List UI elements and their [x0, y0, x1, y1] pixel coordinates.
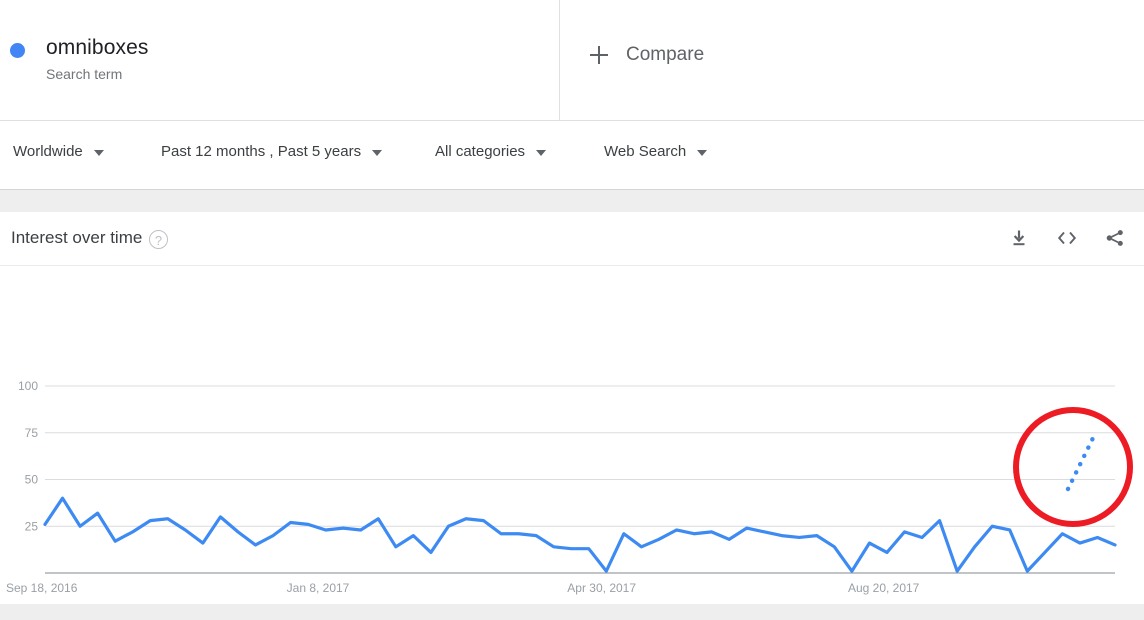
- compare-label: Compare: [626, 44, 705, 65]
- section-divider: [0, 189, 1144, 212]
- card-header: Interest over time ?: [0, 212, 1144, 266]
- share-icon[interactable]: [1102, 224, 1128, 252]
- filter-category-label: All categories: [435, 143, 526, 160]
- card-toolbar: [1006, 224, 1128, 252]
- compare-card: Compare: [560, 0, 1144, 120]
- chart-y-axis-labels: 25 50 75 100: [18, 379, 38, 533]
- filter-location[interactable]: Worldwide: [13, 143, 104, 160]
- annotation-trend-line: [1065, 433, 1097, 492]
- card-title: Interest over time: [11, 228, 143, 247]
- search-term-type: Search term: [46, 66, 123, 82]
- filter-bar: Worldwide Past 12 months , Past 5 years …: [0, 120, 1144, 189]
- svg-text:Jan 8, 2017: Jan 8, 2017: [287, 581, 350, 595]
- search-term-label: omniboxes: [46, 36, 149, 59]
- svg-text:Apr 30, 2017: Apr 30, 2017: [567, 581, 636, 595]
- svg-text:75: 75: [25, 426, 39, 440]
- chevron-down-icon: [93, 149, 104, 156]
- help-icon[interactable]: ?: [149, 230, 168, 249]
- interest-over-time-card: Interest over time ? 25 50 75 100 Sep 18…: [0, 212, 1144, 604]
- chevron-down-icon: [372, 149, 383, 156]
- annotation-highlight-circle: [1013, 407, 1133, 527]
- filter-time-range-label: Past 12 months , Past 5 years: [161, 143, 362, 160]
- filter-search-type-label: Web Search: [604, 143, 687, 160]
- filter-location-label: Worldwide: [13, 143, 83, 160]
- svg-text:100: 100: [18, 379, 38, 393]
- search-term-card[interactable]: omniboxes Search term: [0, 0, 560, 120]
- download-icon[interactable]: [1006, 224, 1032, 252]
- interest-over-time-chart: 25 50 75 100 Sep 18, 2016 Jan 8, 2017 Apr 30,…: [0, 265, 1144, 604]
- chart-gridlines: [45, 385, 1115, 527]
- filter-time-range[interactable]: Past 12 months , Past 5 years: [161, 143, 383, 160]
- series-color-dot: [10, 43, 25, 58]
- svg-text:Sep 18, 2016: Sep 18, 2016: [6, 581, 78, 595]
- plus-icon: [590, 46, 608, 64]
- search-term-bar: omniboxes Search term Compare: [0, 0, 1144, 120]
- google-trends-page: omniboxes Search term Compare Worldwide …: [0, 0, 1144, 620]
- filter-category[interactable]: All categories: [435, 143, 547, 160]
- add-compare-button[interactable]: Compare: [590, 44, 704, 66]
- embed-icon[interactable]: [1054, 224, 1080, 252]
- chevron-down-icon: [697, 149, 708, 156]
- chart-x-axis-labels: Sep 18, 2016 Jan 8, 2017 Apr 30, 2017 Aug 2…: [6, 581, 920, 595]
- chevron-down-icon: [536, 149, 547, 156]
- chart-svg: 25 50 75 100 Sep 18, 2016 Jan 8, 2017 Apr 30,…: [6, 379, 1133, 595]
- svg-text:25: 25: [25, 519, 39, 533]
- svg-text:50: 50: [25, 473, 39, 487]
- svg-text:Aug 20, 2017: Aug 20, 2017: [848, 581, 920, 595]
- filter-search-type[interactable]: Web Search: [604, 143, 708, 160]
- chart-series-line: [43, 496, 1117, 573]
